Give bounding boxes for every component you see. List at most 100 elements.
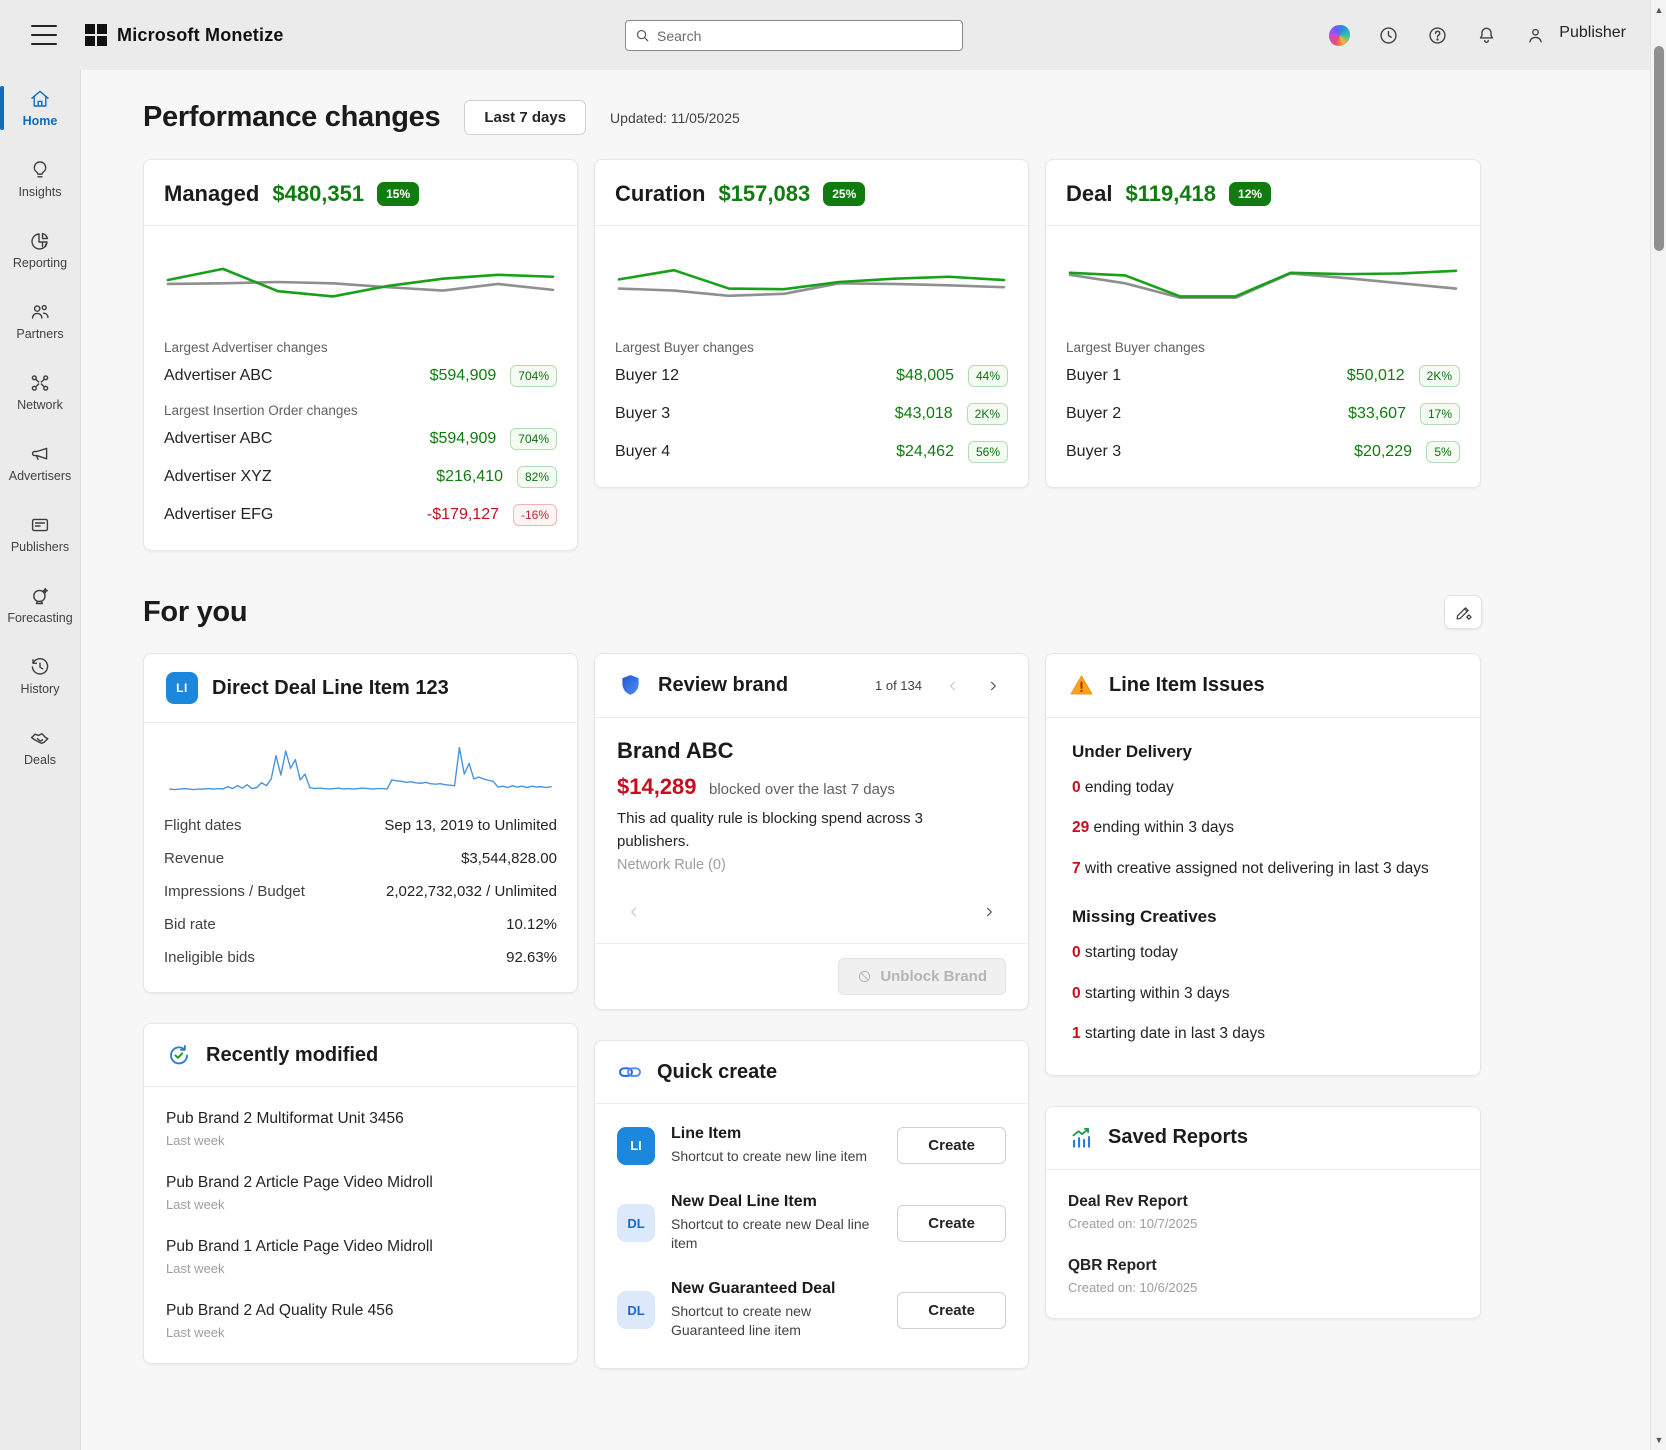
pager-next-button[interactable] (980, 673, 1006, 699)
change-row: Advertiser EFG -$179,127 -16% (164, 496, 557, 534)
trend-chart (144, 226, 577, 330)
person-icon (1525, 25, 1546, 46)
card-title: Deal (1066, 181, 1112, 207)
user-role-label[interactable]: Publisher (1559, 24, 1626, 42)
sidebar-item-reporting[interactable]: Reporting (0, 220, 80, 280)
microsoft-logo-icon (85, 24, 107, 46)
quick-create-row: DL New Deal Line Item Shortcut to create… (595, 1180, 1028, 1267)
detail-row: Bid rate10.12% (164, 908, 557, 941)
recent-item[interactable]: Pub Brand 1 Article Page Video Midroll L… (144, 1225, 577, 1289)
sidebar-item-network[interactable]: Network (0, 362, 80, 422)
performance-title: Performance changes (143, 101, 440, 134)
customize-feed-button[interactable] (1444, 595, 1482, 629)
hamburger-menu-icon[interactable] (31, 25, 57, 45)
issue-item: 0 starting within 3 days (1072, 974, 1454, 1014)
delta-chip: 17% (1420, 403, 1460, 425)
sync-check-icon (166, 1042, 192, 1068)
issue-item: 29 ending within 3 days (1072, 808, 1454, 848)
sidebar-item-deals[interactable]: Deals (0, 717, 80, 777)
change-row: Advertiser ABC $594,909 704% (164, 357, 557, 395)
change-row: Advertiser ABC $594,909 704% (164, 420, 557, 458)
history-clock-button[interactable] (1377, 24, 1399, 46)
card-total-value: $119,418 (1125, 181, 1216, 207)
scrollbar-thumb[interactable] (1654, 46, 1664, 251)
card-total-value: $480,351 (272, 181, 364, 207)
detail-row: Flight datesSep 13, 2019 to Unlimited (164, 809, 557, 842)
unblock-brand-button[interactable]: Unblock Brand (838, 958, 1006, 995)
clock-icon (1378, 25, 1399, 46)
sidebar-item-history[interactable]: History (0, 646, 80, 706)
carousel-next-button[interactable] (976, 899, 1002, 925)
copilot-button[interactable] (1328, 24, 1350, 46)
search-box[interactable] (625, 20, 963, 51)
people-icon (28, 300, 52, 324)
report-trend-icon (1068, 1125, 1094, 1151)
notifications-button[interactable] (1475, 24, 1497, 46)
shield-icon (617, 672, 644, 699)
trend-chart (595, 226, 1028, 330)
sidebar-item-home[interactable]: Home (0, 78, 80, 138)
help-button[interactable] (1426, 24, 1448, 46)
scroll-down-arrow-icon[interactable]: ▼ (1651, 1432, 1666, 1448)
account-button[interactable] (1524, 24, 1546, 46)
publication-card-icon (28, 513, 52, 537)
sidebar-item-advertisers[interactable]: Advertisers (0, 433, 80, 493)
saved-report-item[interactable]: QBR Report Created on: 10/6/2025 (1046, 1244, 1480, 1308)
sidebar-item-publishers[interactable]: Publishers (0, 504, 80, 564)
managed-card: Managed $480,351 15% Largest Advertiser … (143, 159, 578, 551)
issues-section-heading: Missing Creatives (1072, 907, 1454, 927)
detail-row: Revenue$3,544,828.00 (164, 842, 557, 875)
saved-reports-card: Saved Reports Deal Rev Report Created on… (1045, 1106, 1481, 1319)
quick-create-card: Quick create LI Line Item Shortcut to cr… (594, 1040, 1029, 1369)
blocked-icon (857, 969, 872, 984)
for-you-section: For you LI Direct Deal Line Item 123 Fl (143, 595, 1501, 1369)
report-chart-icon (28, 229, 52, 253)
detail-row: Ineligible bids92.63% (164, 941, 557, 974)
create-guaranteed-deal-button[interactable]: Create (897, 1292, 1006, 1329)
recent-item[interactable]: Pub Brand 2 Article Page Video Midroll L… (144, 1161, 577, 1225)
change-percent-badge: 15% (377, 182, 419, 206)
group-label: Largest Buyer changes (1066, 340, 1460, 355)
sidebar-item-insights[interactable]: Insights (0, 149, 80, 209)
group-label: Largest Insertion Order changes (164, 403, 557, 418)
home-icon (28, 87, 52, 111)
group-label: Largest Buyer changes (615, 340, 1008, 355)
help-icon (1427, 25, 1448, 46)
scroll-up-arrow-icon[interactable]: ▲ (1651, 2, 1666, 18)
line-item-issues-card: Line Item Issues Under Delivery 0 ending… (1045, 653, 1481, 1076)
card-title: Line Item Issues (1109, 674, 1458, 697)
change-row: Buyer 1 $50,012 2K% (1066, 357, 1460, 395)
curation-card: Curation $157,083 25% Largest Buyer chan… (594, 159, 1029, 488)
megaphone-icon (28, 442, 52, 466)
issue-item: 7 with creative assigned not delivering … (1072, 849, 1454, 889)
change-percent-badge: 12% (1229, 182, 1271, 206)
sparkline-chart (144, 723, 577, 805)
vertical-scrollbar[interactable]: ▲ ▼ (1650, 0, 1666, 1450)
lightbulb-icon (28, 158, 52, 182)
create-line-item-button[interactable]: Create (897, 1127, 1006, 1164)
bell-icon (1476, 25, 1497, 46)
recent-item[interactable]: Pub Brand 2 Ad Quality Rule 456 Last wee… (144, 1289, 577, 1353)
change-row: Buyer 2 $33,607 17% (1066, 395, 1460, 433)
recent-item[interactable]: Pub Brand 2 Multiformat Unit 3456 Last w… (144, 1097, 577, 1161)
change-row: Buyer 4 $24,462 56% (615, 433, 1008, 471)
carousel-prev-button[interactable] (621, 899, 647, 925)
guaranteed-deal-icon: DL (617, 1291, 655, 1329)
search-input[interactable] (657, 28, 953, 44)
delta-chip: 82% (517, 466, 557, 488)
date-range-button[interactable]: Last 7 days (464, 100, 586, 135)
top-bar: Microsoft Monetize Publisher (0, 0, 1666, 70)
card-title: Curation (615, 181, 705, 207)
saved-report-item[interactable]: Deal Rev Report Created on: 10/7/2025 (1046, 1180, 1480, 1244)
handshake-icon (28, 726, 52, 750)
delta-chip: 2K% (967, 403, 1008, 425)
line-item-icon: LI (617, 1127, 655, 1165)
network-icon (28, 371, 52, 395)
quick-create-row: DL New Guaranteed Deal Shortcut to creat… (595, 1267, 1028, 1354)
pager-prev-button[interactable] (940, 673, 966, 699)
sidebar-item-partners[interactable]: Partners (0, 291, 80, 351)
rule-description: This ad quality rule is blocking spend a… (617, 808, 947, 853)
delta-chip: 56% (968, 441, 1008, 463)
sidebar-item-forecasting[interactable]: Forecasting (0, 575, 80, 635)
create-deal-line-item-button[interactable]: Create (897, 1205, 1006, 1242)
